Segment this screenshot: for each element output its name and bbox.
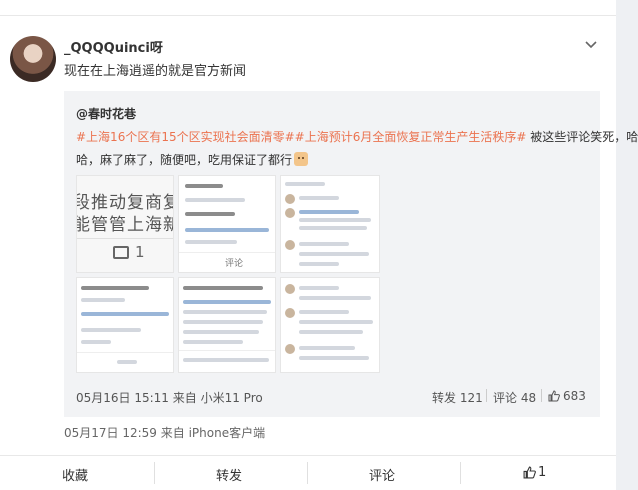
post-source: 来自 iPhone客户端 bbox=[160, 426, 266, 440]
repost-forward-count[interactable]: 转发 121 bbox=[432, 389, 483, 406]
image-thumbnail-1[interactable]: 段推动复商复市 能管管上海新闻 1 bbox=[76, 175, 174, 273]
image-thumbnail-3[interactable] bbox=[280, 175, 380, 273]
thumb-comment-count: 1 bbox=[135, 243, 145, 261]
repost-text: 被这些评论笑死，哈哈哈 bbox=[530, 130, 638, 144]
post-text: 现在在上海逍遥的就是官方新闻 bbox=[64, 64, 247, 79]
username[interactable]: _QQQQuinci呀 bbox=[64, 37, 163, 56]
post-meta: 05月17日 12:59 来自 iPhone客户端 bbox=[64, 424, 265, 441]
repost-text-line2: 哈，麻了麻了，随便吧，吃用保证了都行 bbox=[76, 151, 309, 168]
repost-time[interactable]: 05月16日 15:11 bbox=[76, 391, 169, 405]
forward-button[interactable]: 转发 bbox=[216, 465, 242, 484]
chevron-down-icon[interactable] bbox=[584, 38, 598, 52]
weibo-post-card: _QQQQuinci呀 现在在上海逍遥的就是官方新闻 @春时花巷 #上海16个区… bbox=[0, 0, 638, 490]
avatar[interactable] bbox=[10, 36, 56, 82]
image-thumbnail-5[interactable] bbox=[178, 277, 276, 373]
post-time[interactable]: 05月17日 12:59 bbox=[64, 426, 157, 440]
comment-button[interactable]: 评论 bbox=[369, 465, 395, 484]
hashtag-link[interactable]: #上海16个区有15个区实现社会面清零# bbox=[76, 130, 295, 144]
divider bbox=[486, 389, 487, 402]
hashtag-link[interactable]: #上海预计6月全面恢复正常生产生活秩序# bbox=[295, 130, 527, 144]
previous-card-edge bbox=[0, 0, 616, 16]
reposted-content[interactable]: @春时花巷 #上海16个区有15个区实现社会面清零##上海预计6月全面恢复正常生… bbox=[64, 91, 638, 417]
repost-comment-count[interactable]: 评论 48 bbox=[493, 389, 536, 406]
cat-emoji-icon bbox=[294, 152, 309, 166]
image-thumbnail-6[interactable] bbox=[280, 277, 380, 373]
repost-meta: 05月16日 15:11 来自 小米11 Pro bbox=[76, 389, 263, 406]
collect-button[interactable]: 收藏 bbox=[62, 465, 88, 484]
thumb-up-icon[interactable] bbox=[523, 466, 536, 479]
thumb-comment-label: 评论 bbox=[225, 259, 244, 269]
divider bbox=[307, 462, 308, 484]
divider bbox=[154, 462, 155, 484]
repost-text-line1: #上海16个区有15个区实现社会面清零##上海预计6月全面恢复正常生产生活秩序#… bbox=[76, 128, 638, 145]
divider bbox=[460, 462, 461, 484]
repost-text: 哈，麻了麻了，随便吧，吃用保证了都行 bbox=[76, 153, 293, 167]
repost-like-count[interactable]: 683 bbox=[563, 389, 586, 403]
repost-author[interactable]: @春时花巷 bbox=[76, 105, 136, 122]
comment-icon bbox=[113, 246, 129, 259]
repost-source: 来自 小米11 Pro bbox=[172, 391, 263, 405]
thumb-up-icon[interactable] bbox=[548, 390, 560, 402]
action-bar-divider bbox=[0, 455, 616, 456]
image-thumbnail-4[interactable] bbox=[76, 277, 174, 373]
thumb-text: 能管管上海新闻 bbox=[76, 215, 173, 235]
divider bbox=[541, 389, 542, 402]
image-thumbnail-2[interactable]: 评论 bbox=[178, 175, 276, 273]
like-count[interactable]: 1 bbox=[538, 465, 546, 480]
